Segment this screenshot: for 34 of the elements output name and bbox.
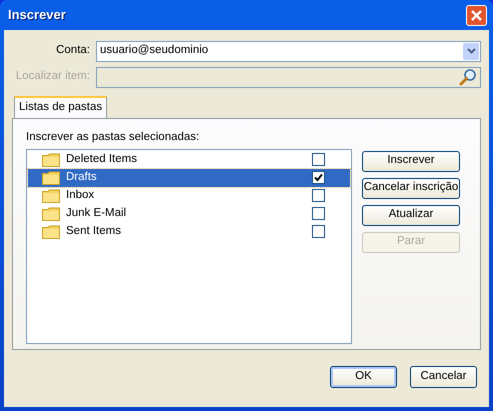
list-label: Inscrever as pastas selecionadas: [26, 130, 200, 146]
checkbox[interactable] [312, 225, 325, 238]
action-button[interactable]: Cancelar inscrição [362, 178, 460, 198]
folder-item[interactable]: Junk E-Mail [28, 204, 350, 222]
folder-name: Drafts [66, 170, 98, 185]
find-label: Localizar item: [14, 69, 91, 84]
account-dropdown[interactable]: usuario@seudominio [96, 40, 481, 62]
folder-icon [42, 188, 60, 202]
folder-item[interactable]: Sent Items [28, 222, 350, 240]
checkbox[interactable] [312, 189, 325, 202]
folder-item[interactable]: Inbox [28, 186, 350, 204]
close-button[interactable] [466, 4, 487, 26]
folder-item[interactable]: Drafts [28, 168, 350, 186]
checkbox[interactable] [312, 171, 325, 184]
action-button[interactable]: Inscrever [362, 150, 460, 172]
close-icon [470, 8, 483, 22]
account-value: usuario@seudominio [100, 43, 208, 58]
folder-icon [42, 224, 60, 238]
folder-icon [42, 152, 60, 166]
window-title: Inscrever [8, 6, 66, 24]
action-button[interactable]: Atualizar [362, 204, 460, 226]
checkbox[interactable] [312, 153, 325, 166]
ok-button[interactable]: OK [330, 366, 397, 388]
cancel-button[interactable]: Cancelar [410, 366, 477, 388]
folder-name: Sent Items [66, 224, 122, 239]
checkbox[interactable] [312, 207, 325, 220]
folder-name: Junk E-Mail [66, 206, 128, 221]
folder-name: Deleted Items [66, 152, 138, 167]
tab[interactable]: Listas de pastas [14, 96, 108, 118]
folder-name: Inbox [66, 188, 96, 203]
folder-icon [42, 206, 60, 220]
folder-icon [42, 170, 60, 184]
folder-item[interactable]: Deleted Items [28, 150, 350, 168]
account-label: Conta: [55, 43, 91, 58]
